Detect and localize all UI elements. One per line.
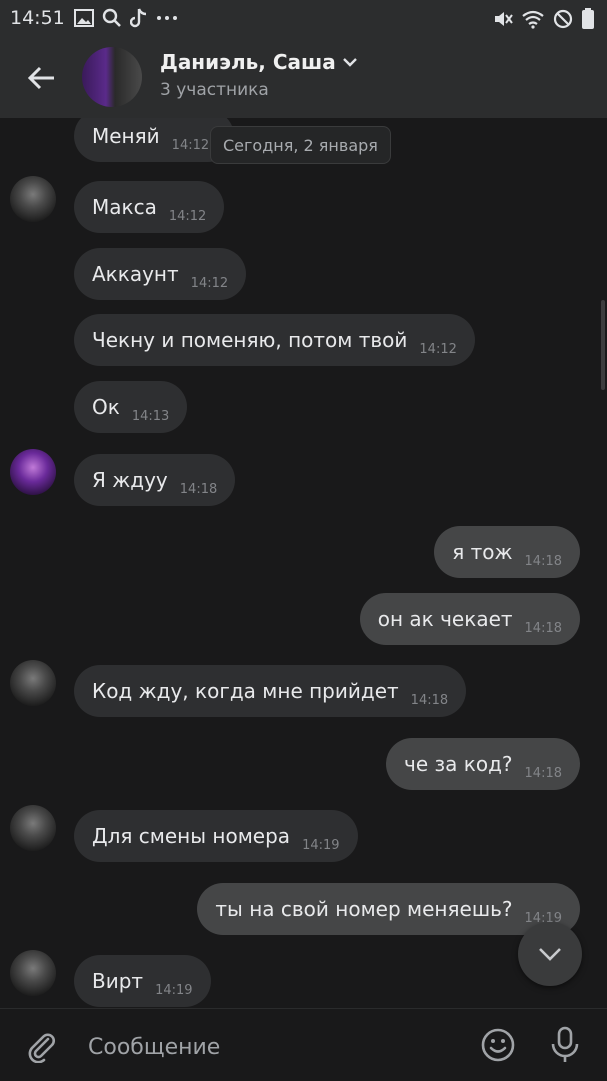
message-bubble-outgoing[interactable]: он ак чекает 14:18 xyxy=(359,593,580,645)
attach-button[interactable] xyxy=(24,1029,58,1064)
chat-title[interactable]: Даниэль, Саша xyxy=(160,50,358,74)
scrollbar[interactable] xyxy=(601,300,605,390)
message-input[interactable] xyxy=(86,1031,470,1063)
message-text: я тож xyxy=(452,540,513,564)
message-text: Макса xyxy=(92,195,157,219)
avatar[interactable] xyxy=(10,805,56,851)
voice-message-button[interactable] xyxy=(548,1025,582,1065)
message-text: Ок xyxy=(92,395,120,419)
message-text: Меняй xyxy=(92,124,160,148)
message-time: 14:18 xyxy=(179,481,218,497)
message-text: Чекну и поменяю, потом твой xyxy=(92,328,408,352)
message-time: 14:12 xyxy=(190,275,229,291)
message-text: Для смены номера xyxy=(92,824,291,848)
chat-subtitle: 3 участника xyxy=(160,80,269,100)
smile-icon xyxy=(481,1028,515,1062)
system-icons xyxy=(493,8,595,30)
message-text: Аккаунт xyxy=(92,262,179,286)
mute-icon xyxy=(495,12,513,26)
message-bubble[interactable]: Макса 14:12 xyxy=(74,181,225,233)
message-bubble[interactable]: Вирт 14:19 xyxy=(74,955,211,1007)
wifi-icon xyxy=(522,10,544,29)
message-list[interactable]: Меняй 14:12 Сегодня, 2 января Макса 14:1… xyxy=(0,118,607,1008)
message-bubble[interactable]: Чекну и поменяю, потом твой 14:12 xyxy=(74,314,475,366)
message-time: 14:12 xyxy=(168,208,207,224)
tiktok-icon xyxy=(130,8,147,28)
status-bar: 14:51 xyxy=(0,0,607,36)
message-text: че за код? xyxy=(404,752,513,776)
message-time: 14:12 xyxy=(419,341,457,357)
message-time: 14:19 xyxy=(155,982,193,998)
message-time: 14:18 xyxy=(524,620,562,636)
chat-header: Даниэль, Саша 3 участника xyxy=(0,36,607,118)
chat-avatar[interactable] xyxy=(82,47,142,107)
message-bubble[interactable]: Ок 14:13 xyxy=(74,381,188,433)
chevron-down-icon xyxy=(539,948,561,961)
battery-icon xyxy=(582,8,594,29)
message-text: Вирт xyxy=(92,969,144,993)
paperclip-icon xyxy=(28,1033,55,1064)
message-text: ты на свой номер меняешь? xyxy=(215,897,513,921)
scroll-down-button[interactable] xyxy=(518,922,582,986)
message-bubble-outgoing[interactable]: че за код? 14:18 xyxy=(386,738,580,790)
message-bubble[interactable]: Аккаунт 14:12 xyxy=(74,248,247,300)
microphone-icon xyxy=(551,1026,579,1062)
message-bubble-outgoing[interactable]: я тож 14:18 xyxy=(434,526,580,578)
message-bubble[interactable]: Для смены номера 14:19 xyxy=(74,810,358,862)
avatar[interactable] xyxy=(10,449,56,495)
message-time: 14:18 xyxy=(410,692,449,708)
arrow-left-icon xyxy=(27,66,54,90)
notification-icons xyxy=(74,8,178,28)
gallery-icon xyxy=(74,9,94,27)
date-chip: Сегодня, 2 января xyxy=(210,126,391,164)
message-bubble[interactable]: Код жду, когда мне прийдет 14:18 xyxy=(74,665,467,717)
message-bubble[interactable]: Я ждуу 14:18 xyxy=(74,454,236,506)
avatar[interactable] xyxy=(10,950,56,996)
message-time: 14:13 xyxy=(131,408,170,424)
message-time: 14:19 xyxy=(302,837,340,853)
message-time: 14:18 xyxy=(524,553,562,569)
chat-title-text: Даниэль, Саша xyxy=(160,50,336,74)
search-icon xyxy=(102,8,121,27)
avatar[interactable] xyxy=(10,660,56,706)
emoji-button[interactable] xyxy=(480,1027,516,1063)
back-button[interactable] xyxy=(24,60,60,96)
message-time: 14:18 xyxy=(524,765,562,781)
message-composer xyxy=(0,1008,607,1081)
message-time: 14:12 xyxy=(171,137,210,153)
message-text: Код жду, когда мне прийдет xyxy=(92,679,399,703)
avatar[interactable] xyxy=(10,176,56,222)
message-text: Я ждуу xyxy=(92,468,168,492)
status-time: 14:51 xyxy=(10,7,65,29)
message-bubble-outgoing[interactable]: ты на свой номер меняешь? 14:19 xyxy=(197,883,580,935)
dnd-icon xyxy=(553,9,573,29)
chevron-down-icon xyxy=(342,58,357,67)
message-text: он ак чекает xyxy=(377,607,513,631)
more-icon xyxy=(157,16,177,20)
